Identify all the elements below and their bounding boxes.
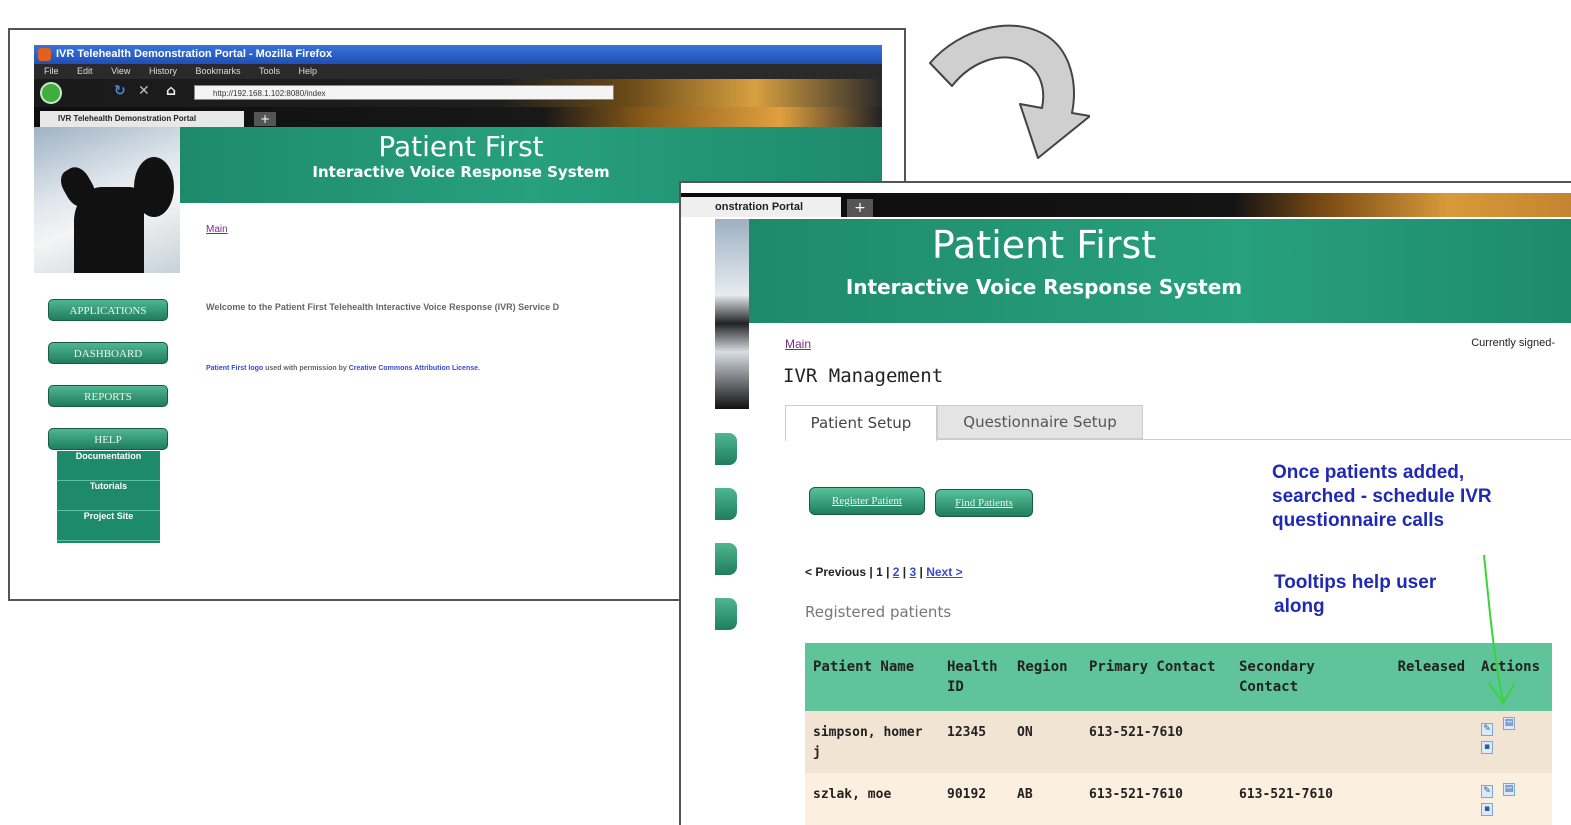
help-item-tutorials[interactable]: Tutorials [57, 481, 160, 511]
help-item-documentation[interactable]: Documentation [57, 451, 160, 481]
curved-arrow-icon [929, 24, 1090, 159]
main-link[interactable]: Main [206, 224, 228, 235]
menu-file[interactable]: File [44, 66, 59, 76]
menu-view[interactable]: View [111, 66, 130, 76]
menu-help[interactable]: Help [299, 66, 318, 76]
banner-subtitle: Interactive Voice Response System [312, 163, 610, 181]
help-submenu: Documentation Tutorials Project Site [57, 451, 160, 543]
window-titlebar: IVR Telehealth Demonstration Portal - Mo… [34, 45, 882, 64]
dashboard-button[interactable]: DASHBOARD [48, 342, 168, 364]
logo-credit: Patient First logo used with permission … [206, 365, 480, 372]
help-button[interactable]: HELP [48, 428, 168, 450]
browser-tab[interactable]: IVR Telehealth Demonstration Portal [40, 111, 244, 127]
logo-credit-link[interactable]: Patient First logo [206, 365, 263, 372]
navigation-toolbar: ↻ ✕ ⌂ http://192.168.1.102:8080/index [34, 79, 882, 107]
welcome-text: Welcome to the Patient First Telehealth … [206, 302, 560, 312]
menu-bar: File Edit View History Bookmarks Tools H… [34, 64, 882, 79]
url-input[interactable]: http://192.168.1.102:8080/index [194, 85, 614, 100]
window-title: IVR Telehealth Demonstration Portal - Mo… [56, 48, 333, 60]
reload-icon[interactable]: ↻ [114, 83, 126, 99]
new-tab-button[interactable]: + [254, 112, 276, 126]
hands-logo-image [34, 127, 180, 273]
license-link[interactable]: Creative Commons Attribution License. [349, 365, 480, 372]
front-browser-screenshot: onstration Portal + Patient First Intera… [679, 181, 1571, 825]
logo-credit-text: used with permission by [263, 365, 349, 372]
back-arrow-icon[interactable] [40, 82, 62, 104]
tab-strip: IVR Telehealth Demonstration Portal + [34, 107, 882, 127]
callout-arrow-icon [1483, 554, 1516, 705]
stop-icon[interactable]: ✕ [138, 83, 150, 99]
menu-history[interactable]: History [149, 66, 177, 76]
firefox-icon [38, 48, 51, 61]
banner-title: Patient First [378, 130, 544, 163]
menu-edit[interactable]: Edit [77, 66, 93, 76]
applications-button[interactable]: APPLICATIONS [48, 299, 168, 321]
reports-button[interactable]: REPORTS [48, 385, 168, 407]
help-item-project-site[interactable]: Project Site [57, 511, 160, 541]
home-icon[interactable]: ⌂ [166, 83, 176, 99]
menu-tools[interactable]: Tools [259, 66, 280, 76]
menu-bookmarks[interactable]: Bookmarks [195, 66, 240, 76]
